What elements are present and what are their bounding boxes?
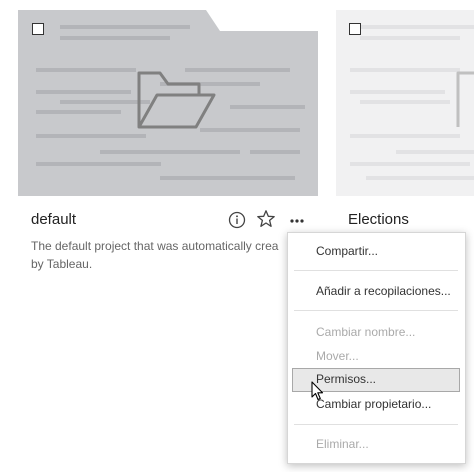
description-line-2: by Tableau.: [31, 257, 93, 271]
mouse-cursor-icon: [311, 381, 324, 401]
menu-separator: [294, 310, 458, 311]
info-icon: [228, 211, 246, 229]
menu-item-add-to-collections[interactable]: Añadir a recopilaciones...: [292, 280, 460, 302]
menu-separator: [294, 270, 458, 271]
menu-separator: [294, 424, 458, 425]
menu-item-rename: Cambiar nombre...: [316, 325, 416, 339]
select-checkbox-default[interactable]: [32, 23, 44, 35]
menu-item-delete: Eliminar...: [316, 437, 369, 451]
select-checkbox-elections[interactable]: [349, 23, 361, 35]
project-title-elections[interactable]: Elections: [348, 211, 409, 228]
project-description-default: The default project that was automatical…: [31, 237, 301, 273]
project-actions-menu: Compartir... Añadir a recopilaciones... …: [287, 232, 466, 464]
project-title-default[interactable]: default: [31, 211, 76, 228]
menu-item-move: Mover...: [316, 349, 359, 363]
menu-item-share[interactable]: Compartir...: [292, 240, 460, 262]
project-thumbnail-default[interactable]: [0, 0, 330, 200]
more-icon: [290, 219, 304, 223]
favorite-button[interactable]: [255, 208, 277, 230]
description-line-1: The default project that was automatical…: [31, 239, 279, 253]
more-actions-button[interactable]: [286, 209, 308, 231]
info-button[interactable]: [226, 209, 248, 231]
star-icon: [257, 210, 275, 227]
